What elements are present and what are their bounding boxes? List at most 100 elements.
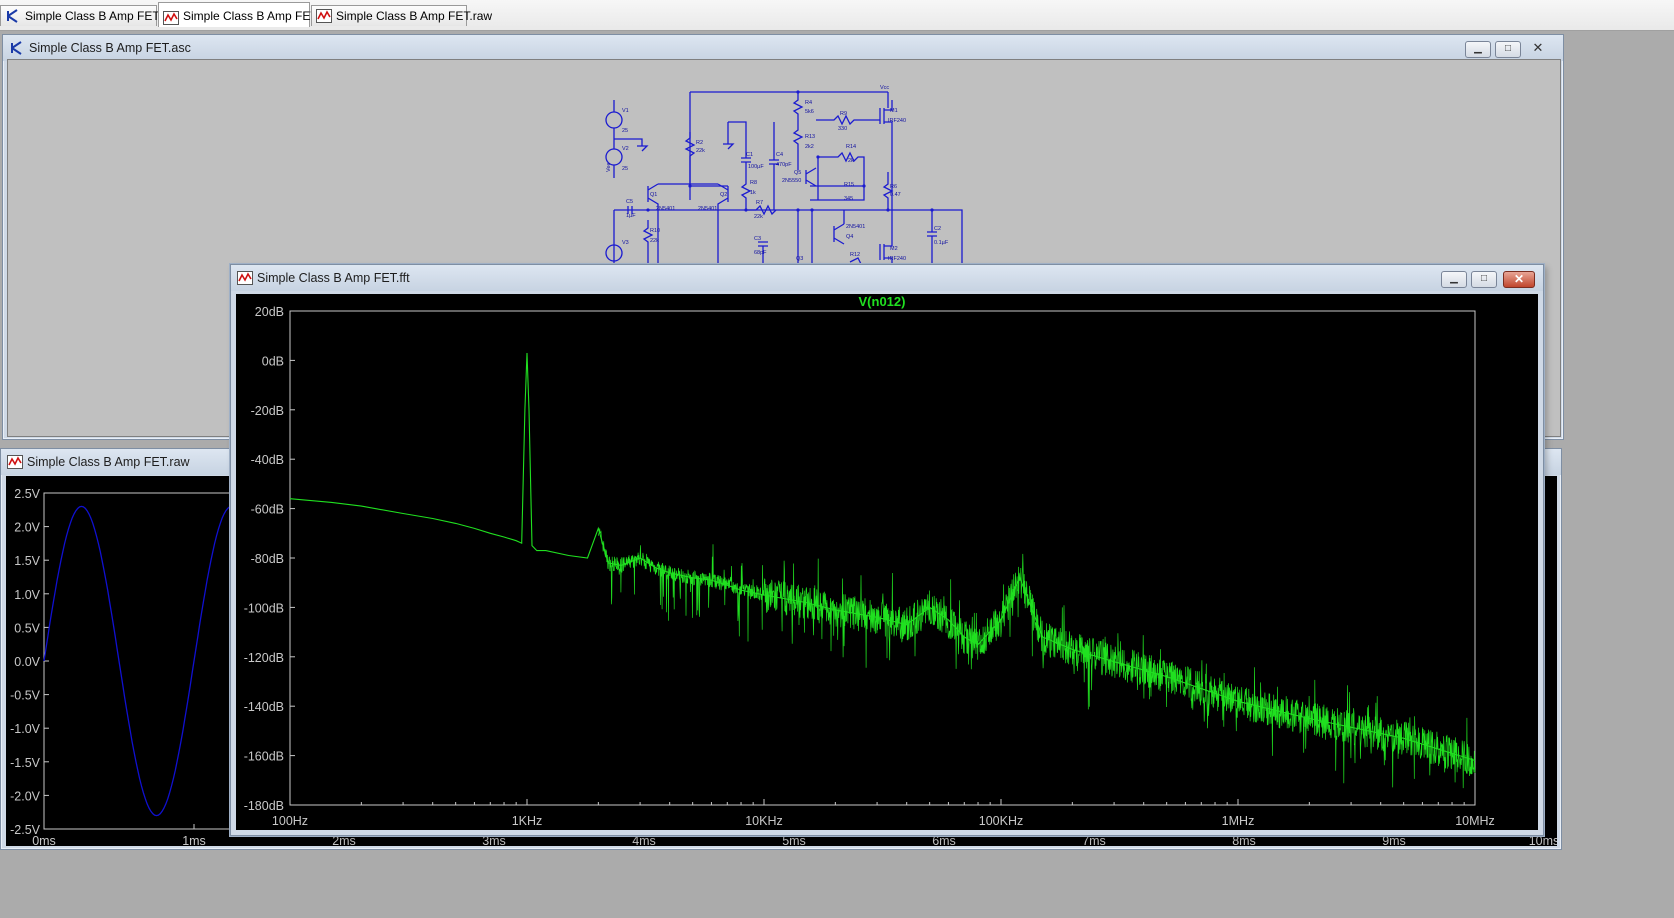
y-tick-label: 0.5V: [14, 621, 40, 635]
label-m1-part: IRF240: [888, 118, 906, 124]
maximize-button[interactable]: □: [1471, 271, 1497, 288]
y-tick-label: 2.5V: [14, 487, 40, 501]
trace-name-label[interactable]: V(n012): [859, 294, 906, 309]
waveform-icon: [163, 8, 179, 34]
label-r15: R15: [844, 182, 854, 188]
label-q3: Q3: [796, 256, 803, 262]
label-c4: C4: [776, 152, 783, 158]
label-r14: R14: [846, 144, 856, 150]
x-tick-label: 1ms: [182, 834, 206, 846]
y-tick-label: -100dB: [244, 601, 284, 615]
label-v2: V2: [622, 146, 629, 152]
tab-raw[interactable]: Simple Class B Amp FET.raw: [311, 5, 492, 29]
label-c3: C3: [754, 236, 761, 242]
label-r4: R4: [805, 100, 812, 106]
schematic-icon: [5, 9, 21, 29]
x-tick-label: 1MHz: [1222, 814, 1255, 828]
label-c3-value: 68pF: [754, 250, 767, 256]
label-v1-value: 25: [622, 128, 628, 134]
y-tick-label: -1.0V: [10, 722, 41, 736]
label-v2-value: 25: [622, 166, 628, 172]
label-m2: M2: [890, 246, 898, 252]
label-v3: V3: [622, 240, 629, 246]
label-r9: R9: [840, 111, 847, 117]
window-title: Simple Class B Amp FET.fft: [257, 271, 410, 285]
maximize-button[interactable]: □: [1495, 41, 1521, 58]
y-tick-label: -80dB: [251, 552, 284, 566]
x-tick-label: 1KHz: [512, 814, 543, 828]
y-tick-label: -180dB: [244, 799, 284, 813]
label-c4-value: 470pF: [776, 162, 792, 168]
tab-label: Simple Class B Amp FET.fft: [183, 9, 330, 23]
label-c5-value: 1µF: [626, 213, 636, 219]
tab-asc[interactable]: Simple Class B Amp FET.asc: [0, 5, 180, 29]
x-tick-label: 100KHz: [979, 814, 1023, 828]
fft-plot-pane[interactable]: V(n012) 20dB 0dB -20dB -40dB -60dB -80dB -100d…: [236, 294, 1538, 830]
label-r13: R13: [805, 134, 815, 140]
y-tick-label: -20dB: [251, 404, 284, 418]
label-r8-value: 1k: [750, 190, 756, 196]
fft-window[interactable]: Simple Class B Amp FET.fft ▁ □ ✕ V(n012)…: [230, 264, 1544, 836]
label-vee: Vee: [606, 163, 612, 172]
close-button[interactable]: ✕: [1503, 271, 1535, 288]
y-tick-label: -140dB: [244, 700, 284, 714]
y-tick-label: -0.5V: [10, 689, 41, 703]
waveform-icon: [316, 9, 332, 29]
label-c1: C1: [746, 152, 753, 158]
label-q5-part: 2N5550: [782, 178, 801, 184]
y-tick-label: -40dB: [251, 453, 284, 467]
title-bar[interactable]: Simple Class B Amp FET.asc ▁ □ ✕: [3, 35, 1563, 61]
y-tick-label: 20dB: [255, 305, 284, 319]
label-c1-value: 100µF: [748, 164, 764, 170]
label-c5: C5: [626, 199, 633, 205]
tab-fft[interactable]: Simple Class B Amp FET.fft: [158, 2, 330, 27]
label-r7: R7: [756, 200, 763, 206]
waveform-icon: [7, 455, 23, 472]
label-r10-value: 22k: [650, 238, 659, 244]
title-bar[interactable]: Simple Class B Amp FET.fft ▁ □ ✕: [231, 265, 1543, 291]
label-q1-part: 2N5401: [656, 206, 675, 212]
x-tick-label: 10KHz: [745, 814, 783, 828]
label-r9-value: 330: [838, 126, 847, 132]
label-m2-part: IRF240: [888, 256, 906, 262]
y-tick-label: 0.0V: [14, 655, 40, 669]
y-tick-label: 0dB: [262, 354, 284, 368]
y-tick-label: -1.5V: [10, 756, 41, 770]
close-button[interactable]: ✕: [1525, 41, 1551, 58]
schematic-icon: [9, 41, 25, 58]
label-q2: Q2: [720, 192, 727, 198]
label-q4-part: 2N5401: [846, 224, 865, 230]
label-r6-value: 0.47: [890, 192, 901, 198]
label-q4: Q4: [846, 234, 853, 240]
label-r14-value: 2k: [848, 158, 854, 164]
fft-noise-trace: [597, 528, 1476, 789]
label-r4-value: 5k6: [805, 109, 814, 115]
x-tick-label: 0ms: [32, 834, 56, 846]
label-q5: Q5: [794, 170, 801, 176]
tab-label: Simple Class B Amp FET.raw: [336, 9, 493, 23]
waveform-icon: [237, 271, 253, 288]
label-c2-value: 0.1µF: [934, 240, 949, 246]
x-tick-label: 10MHz: [1455, 814, 1495, 828]
label-r10: R10: [650, 228, 660, 234]
y-tick-label: 1.0V: [14, 588, 40, 602]
y-tick-label: 1.5V: [14, 554, 40, 568]
minimize-button[interactable]: ▁: [1465, 41, 1491, 58]
y-tick-label: -160dB: [244, 750, 284, 764]
y-tick-label: -2.0V: [10, 789, 41, 803]
label-r2: R2: [696, 140, 703, 146]
label-r12: R12: [850, 252, 860, 258]
minimize-button[interactable]: ▁: [1441, 271, 1467, 288]
x-tick-label: 100Hz: [272, 814, 308, 828]
label-vcc: Vcc: [880, 85, 889, 91]
label-r15-value: 345: [844, 196, 853, 202]
label-r2-value: 22k: [696, 148, 705, 154]
window-title: Simple Class B Amp FET.raw: [27, 455, 190, 469]
label-c2: C2: [934, 226, 941, 232]
y-tick-label: -120dB: [244, 651, 284, 665]
fft-series-line: [289, 352, 1476, 762]
label-m1: M1: [890, 108, 898, 114]
label-r13-value: 2k2: [805, 144, 814, 150]
y-tick-label: 2.0V: [14, 521, 40, 535]
label-v1: V1: [622, 108, 629, 114]
